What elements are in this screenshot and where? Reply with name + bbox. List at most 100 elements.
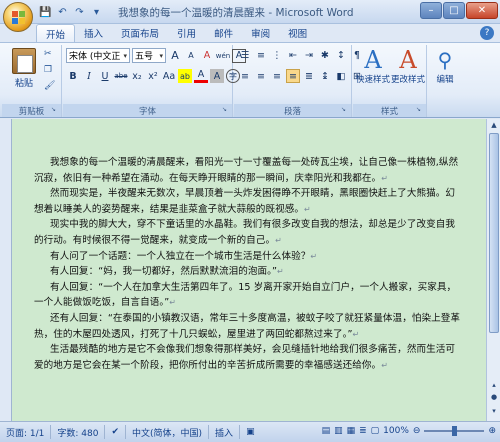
font-group: 宋体 (中文正 ▾ 五号 ▾ A A A wén A B I U abe x₂ x²… <box>63 45 246 117</box>
paragraph: 我想象的每一个温暖的清晨醒来，看阳光一寸一寸覆盖每一处砖瓦尘埃，让自己像一株植物… <box>34 157 459 184</box>
justify-icon[interactable]: ≡ <box>286 69 300 83</box>
highlight-button[interactable]: ab <box>178 69 192 83</box>
distribute-icon[interactable]: ≣ <box>302 69 316 83</box>
copy-icon[interactable]: ❐ <box>44 65 58 77</box>
strikethrough-button[interactable]: abe <box>114 69 128 83</box>
decrease-indent-icon[interactable]: ⇤ <box>286 48 300 62</box>
paragraph: 有人问了一个话题：一个人独立在一个城市生活是什么体验？↵ <box>50 250 318 262</box>
tab-mailings[interactable]: 邮件 <box>205 24 242 42</box>
zoom-slider[interactable] <box>424 426 485 436</box>
vertical-scrollbar[interactable]: ▲ ▴ ● ▾ <box>486 119 500 421</box>
scroll-up-icon[interactable]: ▲ <box>489 121 499 131</box>
tab-insert[interactable]: 插入 <box>75 24 112 42</box>
editing-button[interactable]: ⚲ 编辑 <box>428 47 462 85</box>
language-indicator[interactable]: 中文(简体，中国) <box>126 425 210 439</box>
scroll-thumb[interactable] <box>489 133 499 333</box>
multilevel-list-icon[interactable]: ⋮ <box>270 48 284 62</box>
browse-object-icon[interactable]: ● <box>489 393 499 403</box>
help-icon[interactable]: ? <box>480 26 494 40</box>
dialog-launcher-icon[interactable]: ↘ <box>416 106 424 114</box>
align-center-icon[interactable]: ≡ <box>254 69 268 83</box>
quick-styles-button[interactable]: A 快速样式 <box>355 47 391 85</box>
spell-check-icon[interactable]: ✔ <box>105 425 127 439</box>
zoom-out-icon[interactable]: ⊖ <box>413 426 421 436</box>
change-styles-icon: A <box>399 46 417 74</box>
view-outline-icon[interactable]: ≣ <box>359 426 367 436</box>
align-left-icon[interactable]: ≡ <box>238 69 252 83</box>
italic-button[interactable]: I <box>82 69 96 83</box>
editing-group: ⚲ 编辑 <box>428 45 462 117</box>
char-shading-button[interactable]: A <box>210 69 224 83</box>
cut-icon[interactable]: ✂ <box>44 49 58 61</box>
increase-indent-icon[interactable]: ⇥ <box>302 48 316 62</box>
paste-button[interactable]: 粘贴 <box>7 48 41 89</box>
binoculars-icon: ⚲ <box>437 48 453 72</box>
tab-home[interactable]: 开始 <box>36 24 76 42</box>
zoom-percent[interactable]: 100% <box>383 426 409 436</box>
change-case-button[interactable]: Aa <box>162 69 176 83</box>
clear-format-button[interactable]: A <box>200 49 214 63</box>
view-full-screen-icon[interactable]: ▥ <box>334 426 343 436</box>
dialog-launcher-icon[interactable]: ↘ <box>222 106 230 114</box>
save-icon[interactable]: 💾 <box>38 5 53 20</box>
zoom-in-icon[interactable]: ⊕ <box>488 426 496 436</box>
minimize-button[interactable]: – <box>420 2 442 19</box>
prev-page-icon[interactable]: ▴ <box>489 381 499 391</box>
grow-font-button[interactable]: A <box>168 49 182 63</box>
undo-icon[interactable]: ↶ <box>55 5 70 20</box>
paragraph: 有人回复：“妈，我一切都好，然后默默流泪的泡面。”↵ <box>50 266 284 278</box>
close-button[interactable]: ✕ <box>466 2 498 19</box>
next-page-icon[interactable]: ▾ <box>489 407 499 417</box>
vertical-ruler <box>0 119 12 421</box>
shrink-font-button[interactable]: A <box>184 49 198 63</box>
view-draft-icon[interactable]: ▢ <box>371 426 380 436</box>
view-print-layout-icon[interactable]: ▤ <box>322 426 331 436</box>
clipboard-group-label: 剪贴板 ↘ <box>2 104 61 117</box>
quick-access-toolbar: 💾 ↶ ↷ ▾ <box>38 5 104 20</box>
paragraph: 生活最残酷的地方是它不会像我们想象得那样美好，会见缝插针地给我们很多痛苦，然而生… <box>34 344 456 371</box>
office-logo-icon <box>12 11 25 24</box>
more-icon[interactable]: ▾ <box>89 5 104 20</box>
zoom-slider-knob[interactable] <box>452 426 458 436</box>
bold-button[interactable]: B <box>66 69 80 83</box>
sort-icon[interactable]: ↕ <box>334 48 348 62</box>
font-name-select[interactable]: 宋体 (中文正 ▾ <box>66 48 130 63</box>
numbering-icon[interactable]: ≡ <box>254 48 268 62</box>
office-button[interactable] <box>3 2 33 32</box>
page-indicator[interactable]: 页面: 1/1 <box>0 425 52 439</box>
shading-icon[interactable]: ◧ <box>334 69 348 83</box>
tab-page-layout[interactable]: 页面布局 <box>112 24 168 42</box>
macro-record-icon[interactable]: ▣ <box>240 425 261 439</box>
word-count[interactable]: 字数: 480 <box>51 425 106 439</box>
styles-group-label: 样式 ↘ <box>353 104 426 117</box>
tab-review[interactable]: 审阅 <box>242 24 279 42</box>
redo-icon[interactable]: ↷ <box>72 5 87 20</box>
dialog-launcher-icon[interactable]: ↘ <box>341 106 349 114</box>
insert-mode[interactable]: 插入 <box>209 425 241 439</box>
format-painter-icon[interactable]: 🖌 <box>44 81 58 93</box>
subscript-button[interactable]: x₂ <box>130 69 144 83</box>
bullets-icon[interactable]: ☰ <box>238 48 252 62</box>
line-spacing-icon[interactable]: ↨ <box>318 69 332 83</box>
title-bar: 💾 ↶ ↷ ▾ 我想象的每一个温暖的清晨醒来 - Microsoft Word … <box>0 0 500 24</box>
document-body[interactable]: 我想象的每一个温暖的清晨醒来，看阳光一寸一寸覆盖每一处砖瓦尘埃，让自己像一株植物… <box>34 155 464 373</box>
underline-button[interactable]: U <box>98 69 112 83</box>
font-size-select[interactable]: 五号 ▾ <box>132 48 166 63</box>
phonetic-guide-button[interactable]: wén <box>216 49 230 63</box>
align-right-icon[interactable]: ≡ <box>270 69 284 83</box>
dialog-launcher-icon[interactable]: ↘ <box>51 106 59 114</box>
view-web-icon[interactable]: ▦ <box>347 426 356 436</box>
document-page[interactable]: 我想象的每一个温暖的清晨醒来，看阳光一寸一寸覆盖每一处砖瓦尘埃，让自己像一株植物… <box>12 119 486 421</box>
superscript-button[interactable]: x² <box>146 69 160 83</box>
ribbon: 粘贴 ✂ ❐ 🖌 剪贴板 ↘ 宋体 (中文正 ▾ 五号 ▾ A A A wén A B… <box>0 42 500 118</box>
paste-label: 粘贴 <box>14 79 33 89</box>
maximize-button[interactable]: □ <box>443 2 465 19</box>
paragraph-group: ☰ ≡ ⋮ ⇤ ⇥ ✱ ↕ ¶ ≡ ≡ ≡ ≡ ≣ ↨ ◧ ⊞ 段落 ↘ <box>234 45 361 117</box>
quick-styles-icon: A <box>364 46 382 74</box>
tab-references[interactable]: 引用 <box>168 24 205 42</box>
change-styles-button[interactable]: A 更改样式 <box>390 47 426 85</box>
tab-view[interactable]: 视图 <box>279 24 316 42</box>
font-color-button[interactable]: A <box>194 69 208 83</box>
asian-layout-icon[interactable]: ✱ <box>318 48 332 62</box>
status-bar: 页面: 1/1 字数: 480 ✔ 中文(简体，中国) 插入 ▣ ▤ ▥ ▦ ≣… <box>0 421 500 442</box>
